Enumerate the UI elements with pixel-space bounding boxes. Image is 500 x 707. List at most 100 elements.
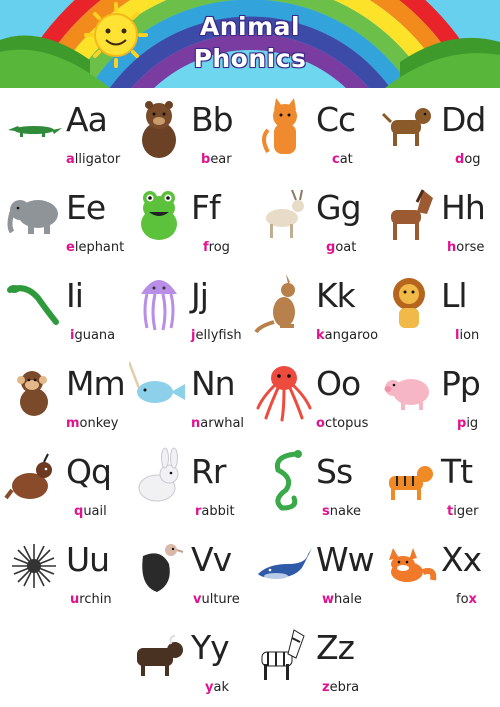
letter-pair: Ee (66, 188, 106, 227)
yak-icon (129, 622, 187, 688)
animal-word: elephant (66, 240, 125, 255)
card-q: Qq quail (0, 440, 125, 528)
letter-pair: Oo (316, 364, 361, 403)
card-o: Oo octopus (250, 352, 375, 440)
letter-pair: Zz (316, 628, 355, 667)
letter-pair: Hh (441, 188, 486, 227)
letter-pair: Xx (441, 540, 482, 579)
card-w: Ww whale (250, 528, 375, 616)
monkey-icon (4, 358, 62, 424)
card-r: Rr rabbit (125, 440, 250, 528)
grid-row: Ee elephant Ff frog Gg goat Hh horse (0, 176, 500, 264)
animal-word: snake (322, 504, 362, 519)
grid-row: Aa alligator Bb bear Cc cat Dd dog (0, 88, 500, 176)
kangaroo-icon (254, 270, 312, 336)
animal-word: vulture (193, 592, 240, 607)
card-x: Xx fox (375, 528, 500, 616)
letter-pair: Ss (316, 452, 353, 491)
card-t: Tt tiger (375, 440, 500, 528)
letter-pair: Dd (441, 100, 486, 139)
zebra-icon (254, 622, 312, 688)
animal-word: kangaroo (316, 328, 379, 343)
vulture-icon (129, 534, 187, 600)
whale-icon (254, 534, 312, 600)
animal-word: horse (447, 240, 485, 255)
cat-icon (254, 94, 312, 160)
card-l: Ll lion (375, 264, 500, 352)
card-e: Ee elephant (0, 176, 125, 264)
animal-word: iguana (70, 328, 116, 343)
animal-word: tiger (447, 504, 479, 519)
letter-pair: Kk (316, 276, 356, 315)
letter-pair: Rr (191, 452, 227, 491)
alligator-icon (4, 94, 62, 160)
card-u: Uu urchin (0, 528, 125, 616)
bear-icon (129, 94, 187, 160)
letter-pair: Mm (66, 364, 126, 403)
card-g: Gg goat (250, 176, 375, 264)
animal-word: zebra (322, 680, 360, 695)
animal-word: rabbit (195, 504, 235, 519)
octopus-icon (254, 358, 312, 424)
grid-row: Yy yak Zz zebra (0, 616, 500, 704)
letter-pair: Uu (66, 540, 110, 579)
pig-icon (379, 358, 437, 424)
letter-pair: Qq (66, 452, 112, 491)
jellyfish-icon (129, 270, 187, 336)
animal-word: lion (455, 328, 480, 343)
card-m: Mm monkey (0, 352, 126, 440)
animal-word: urchin (70, 592, 112, 607)
grid-row: Uu urchin Vv vulture Ww whale Xx fox (0, 528, 500, 616)
urchin-icon (4, 534, 62, 600)
title-line-1: Animal (199, 12, 301, 41)
animal-word: whale (322, 592, 362, 607)
card-i: Ii iguana (0, 264, 125, 352)
card-a: Aa alligator (0, 88, 125, 176)
animal-word: goat (326, 240, 357, 255)
letter-pair: Yy (191, 628, 230, 667)
animal-word: pig (457, 416, 479, 431)
animal-word: jellyfish (191, 328, 242, 343)
card-b: Bb bear (125, 88, 250, 176)
card-d: Dd dog (375, 88, 500, 176)
header-banner: Animal Phonics (0, 0, 500, 88)
letter-pair: Jj (191, 276, 209, 315)
card-v: Vv vulture (125, 528, 250, 616)
horse-icon (379, 182, 437, 248)
card-y: Yy yak (125, 616, 250, 704)
letter-pair: Ll (441, 276, 468, 315)
letter-pair: Ii (66, 276, 84, 315)
title-line-2: Phonics (193, 44, 307, 73)
card-j: Jj jellyfish (125, 264, 250, 352)
fox-icon (379, 534, 437, 600)
animal-word: quail (74, 504, 107, 519)
animal-word: bear (201, 152, 232, 167)
card-c: Cc cat (250, 88, 375, 176)
grid-row: Mm monkey Nn narwhal Oo octopus Pp pig (0, 352, 500, 440)
snake-icon (254, 446, 312, 512)
letter-pair: Bb (191, 100, 234, 139)
animal-word: dog (455, 152, 481, 167)
grid-row: Qq quail Rr rabbit Ss snake Tt tiger (0, 440, 500, 528)
dog-icon (379, 94, 437, 160)
letter-pair: Cc (316, 100, 356, 139)
animal-word: fox (456, 592, 477, 607)
tiger-icon (379, 446, 437, 512)
animal-word: cat (332, 152, 353, 167)
letter-pair: Ff (191, 188, 221, 227)
card-s: Ss snake (250, 440, 375, 528)
frog-icon (129, 182, 187, 248)
goat-icon (254, 182, 312, 248)
animal-word: monkey (66, 416, 119, 431)
lion-icon (379, 270, 437, 336)
card-f: Ff frog (125, 176, 250, 264)
card-k: Kk kangaroo (250, 264, 379, 352)
letter-pair: Ww (316, 540, 375, 579)
iguana-icon (4, 270, 62, 336)
letter-pair: Vv (191, 540, 232, 579)
letter-pair: Tt (441, 452, 473, 491)
quail-icon (4, 446, 62, 512)
card-z: Zz zebra (250, 616, 375, 704)
animal-word: octopus (316, 416, 369, 431)
animal-word: frog (203, 240, 230, 255)
